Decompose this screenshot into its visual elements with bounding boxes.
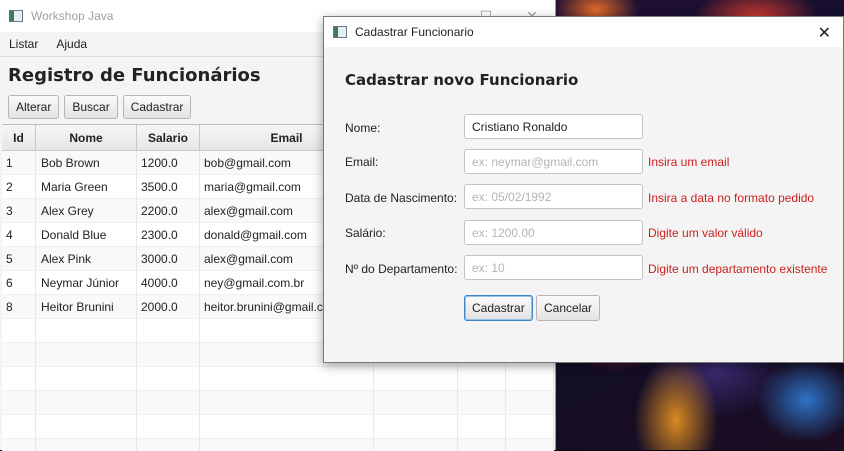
cell-nome: Bob Brown	[36, 151, 137, 174]
departamento-error: Digite um departamento existente	[648, 262, 828, 276]
departamento-input[interactable]	[464, 255, 643, 280]
cell-id: 6	[2, 271, 36, 294]
cell-nome: Neymar Júnior	[36, 271, 137, 294]
alterar-button[interactable]: Alterar	[8, 95, 60, 119]
column-header-id[interactable]: Id	[2, 125, 36, 150]
buscar-button[interactable]: Buscar	[64, 95, 118, 119]
email-error: Insira um email	[648, 155, 730, 169]
dialog-heading: Cadastrar novo Funcionario	[345, 71, 579, 89]
cell-nome: Alex Pink	[36, 247, 137, 270]
email-label: Email:	[345, 155, 379, 169]
main-window-title: Workshop Java	[31, 9, 114, 23]
cell-id: 4	[2, 223, 36, 246]
column-header-nome[interactable]: Nome	[36, 125, 137, 150]
empty-row	[2, 367, 554, 391]
cadastrar-submit-button[interactable]: Cadastrar	[464, 295, 533, 321]
nascimento-error: Insira a data no formato pedido	[648, 191, 815, 205]
cancelar-button[interactable]: Cancelar	[536, 295, 601, 321]
salario-label: Salário:	[345, 226, 386, 240]
cell-nome: Maria Green	[36, 175, 137, 198]
salario-input[interactable]	[464, 220, 643, 245]
cell-id: 8	[2, 295, 36, 318]
salario-error: Digite um valor válido	[648, 226, 763, 240]
cell-salario: 3000.0	[137, 247, 200, 270]
nascimento-input[interactable]	[464, 184, 643, 209]
cell-id: 3	[2, 199, 36, 222]
cell-salario: 1200.0	[137, 151, 200, 174]
nascimento-label: Data de Nascimento:	[345, 191, 458, 205]
cell-id: 2	[2, 175, 36, 198]
cell-salario: 2300.0	[137, 223, 200, 246]
empty-row	[2, 415, 554, 439]
cell-id: 5	[2, 247, 36, 270]
menu-ajuda[interactable]: Ajuda	[47, 37, 96, 51]
cell-salario: 2000.0	[137, 295, 200, 318]
empty-row	[2, 391, 554, 415]
empty-row	[2, 439, 554, 451]
cell-nome: Alex Grey	[36, 199, 137, 222]
cadastrar-funcionario-dialog: Cadastrar Funcionario ✕ Cadastrar novo F…	[323, 16, 844, 363]
departamento-label: Nº do Departamento:	[345, 262, 458, 276]
java-app-icon	[333, 26, 347, 38]
nome-label: Nome:	[345, 121, 381, 135]
close-icon[interactable]: ✕	[818, 23, 831, 43]
java-app-icon	[9, 10, 23, 22]
cell-nome: Heitor Brunini	[36, 295, 137, 318]
cell-nome: Donald Blue	[36, 223, 137, 246]
dialog-titlebar: Cadastrar Funcionario ✕	[324, 17, 843, 47]
nome-input[interactable]	[464, 114, 643, 139]
cadastrar-button[interactable]: Cadastrar	[122, 95, 192, 119]
email-input[interactable]	[464, 149, 643, 174]
menu-listar[interactable]: Listar	[0, 37, 47, 51]
cell-salario: 4000.0	[137, 271, 200, 294]
dialog-title: Cadastrar Funcionario	[355, 25, 474, 39]
cell-salario: 3500.0	[137, 175, 200, 198]
cell-salario: 2200.0	[137, 199, 200, 222]
cell-id: 1	[2, 151, 36, 174]
column-header-salario[interactable]: Salario	[137, 125, 200, 150]
